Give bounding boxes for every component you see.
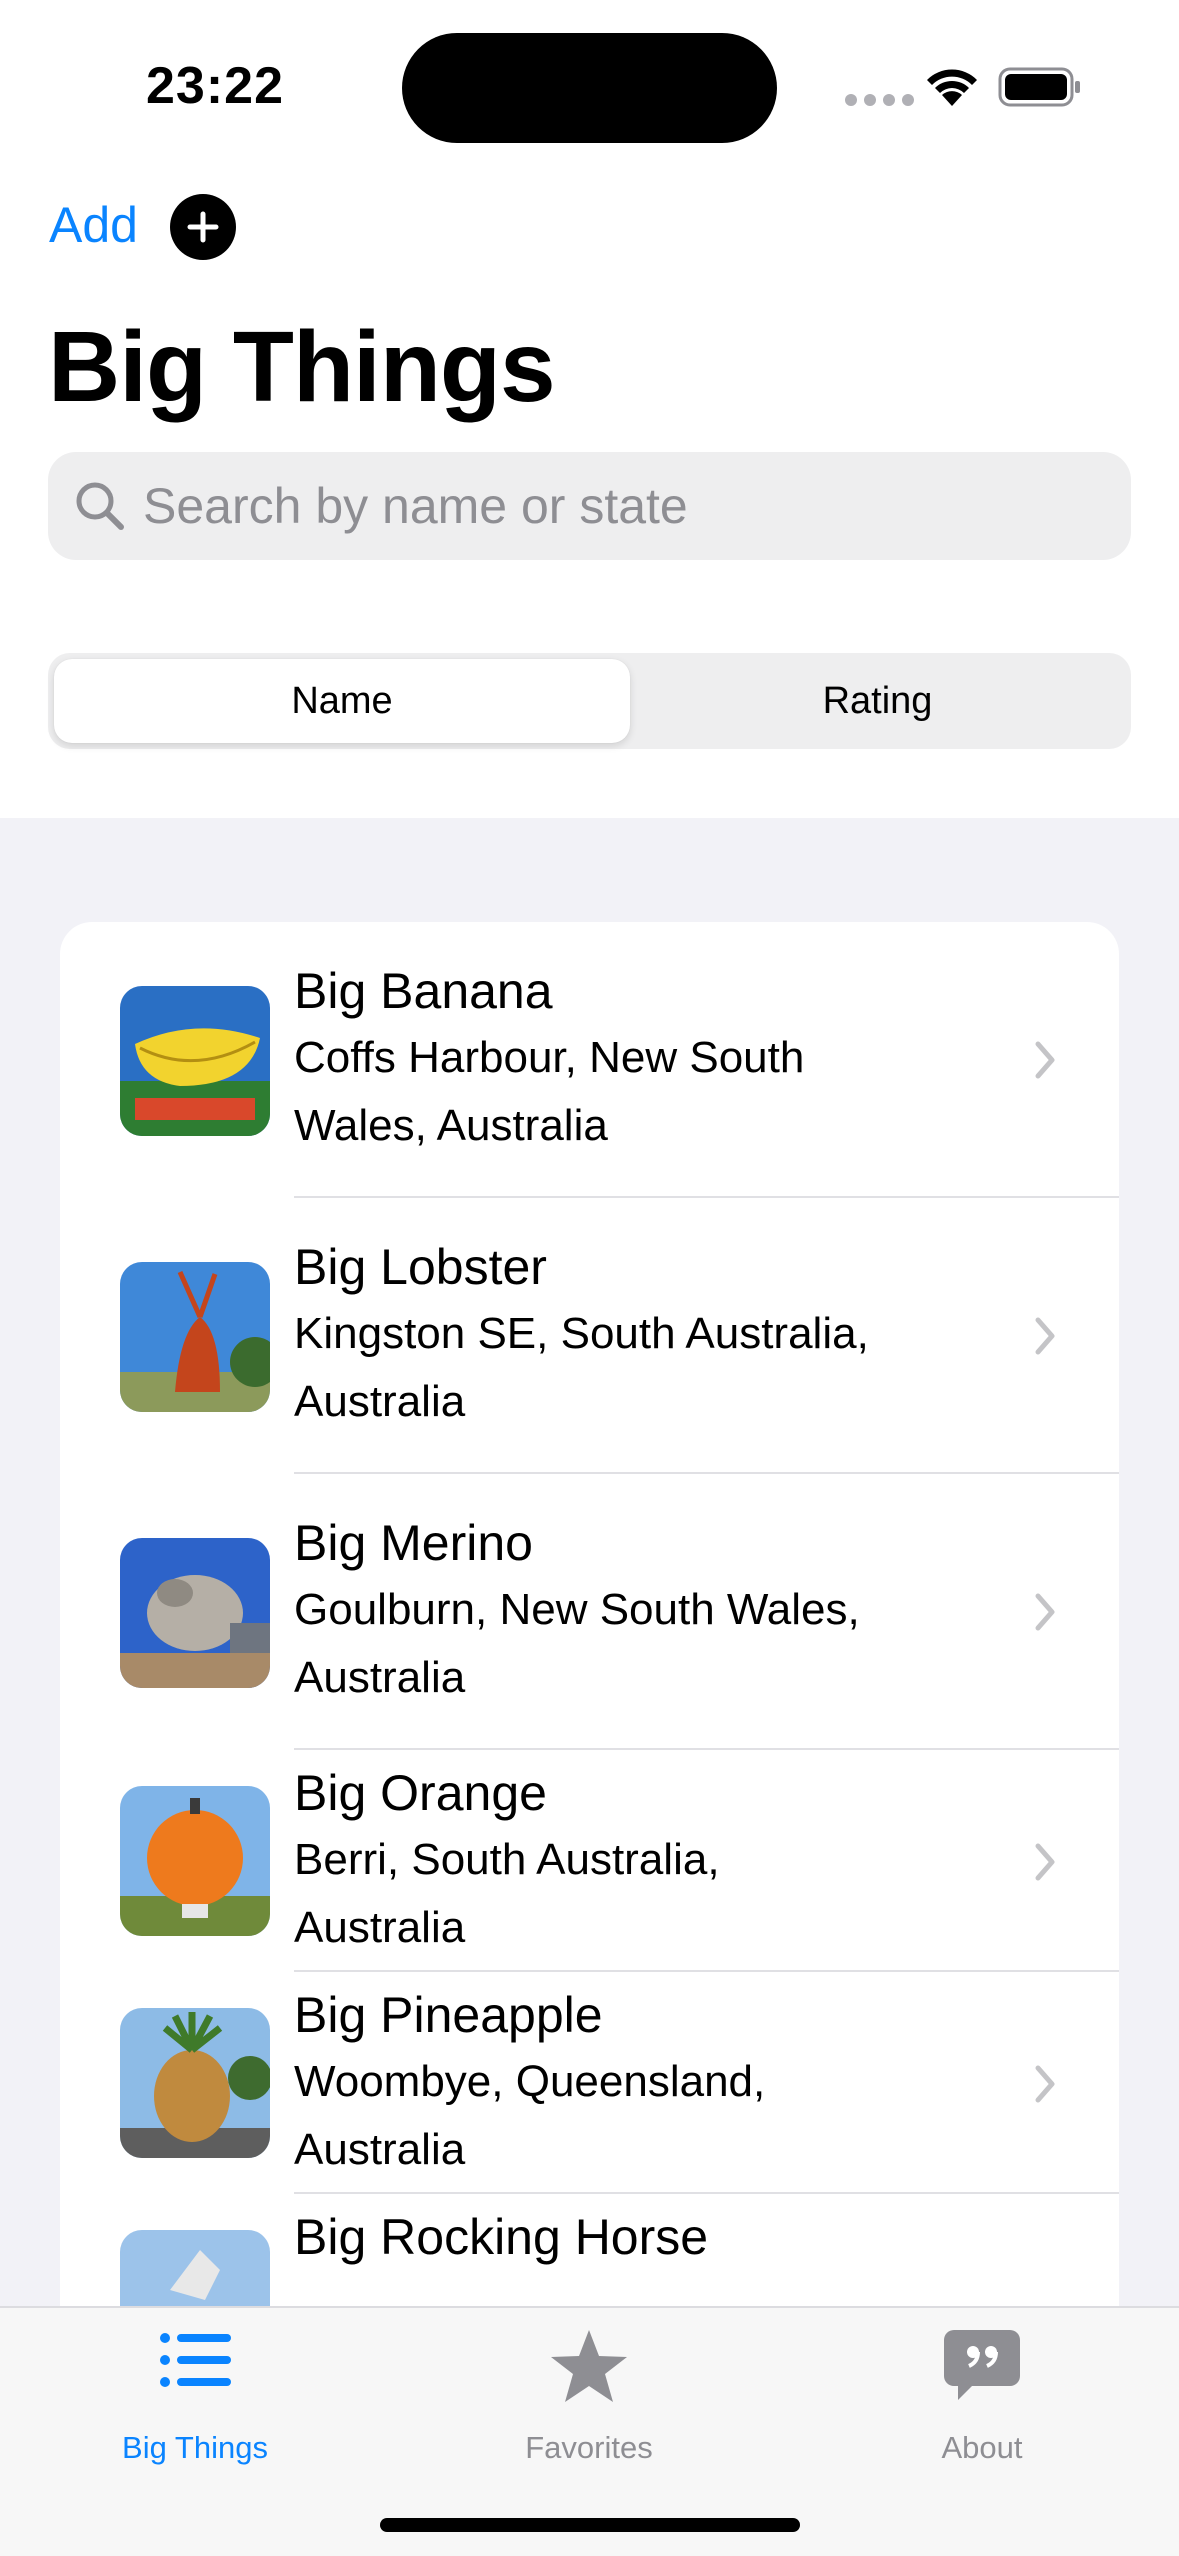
item-title: Big Pineapple [294,1987,603,2043]
list-item[interactable]: Big Orange Berri, South Australia, Austr… [60,1750,1119,1972]
tab-label: Favorites [525,2430,653,2465]
tab-label: Big Things [122,2430,268,2465]
item-subtitle: Kingston SE, South Australia, Australia [294,1309,869,1426]
item-title: Big Orange [294,1765,547,1821]
dynamic-island [402,33,777,143]
page-title: Big Things [48,311,556,423]
status-time: 23:22 [146,57,284,115]
big-merino-thumbnail [120,1538,270,1688]
big-pineapple-thumbnail [120,2008,270,2158]
cellular-signal-icon [845,94,914,106]
item-subtitle: Coffs Harbour, New South Wales, Australi… [294,1033,805,1150]
chevron-right-icon [1035,1593,1055,1631]
list-item[interactable]: Big Pineapple Woombye, Queensland, Austr… [60,1972,1119,2194]
item-title: Big Rocking Horse [294,2209,709,2265]
search-icon [76,482,124,530]
item-title: Big Banana [294,963,553,1019]
item-title: Big Merino [294,1515,533,1571]
segment-rating[interactable]: Rating [630,653,1125,749]
add-circle-icon[interactable] [170,194,236,260]
segment-name[interactable]: Name [54,653,630,749]
item-title: Big Lobster [294,1239,547,1295]
item-subtitle: Goulburn, New South Wales, Australia [294,1585,860,1702]
big-lobster-thumbnail [120,1262,270,1412]
add-button[interactable]: Add [49,196,138,254]
list-item[interactable]: Big Banana Coffs Harbour, New South Wale… [60,922,1119,1198]
big-orange-thumbnail [120,1786,270,1936]
list-item[interactable]: Big Lobster Kingston SE, South Australia… [60,1198,1119,1474]
tab-label: About [941,2430,1023,2465]
star-icon [551,2330,627,2402]
big-banana-thumbnail [120,986,270,1136]
sort-segmented-control: Name Rating [48,653,1131,749]
list-item[interactable]: Big Merino Goulburn, New South Wales, Au… [60,1474,1119,1750]
list-bullet-icon [160,2333,231,2387]
chevron-right-icon [1035,1317,1055,1355]
search-bar[interactable] [48,452,1131,560]
quote-bubble-icon [944,2330,1020,2400]
chevron-right-icon [1035,1843,1055,1881]
battery-icon [998,67,1080,107]
big-things-list: Big Banana Coffs Harbour, New South Wale… [60,922,1119,2422]
home-indicator [380,2518,800,2532]
chevron-right-icon [1035,2065,1055,2103]
item-subtitle: Woombye, Queensland, Australia [294,2057,766,2174]
wifi-icon [927,69,977,106]
item-subtitle: Berri, South Australia, Australia [294,1835,720,1952]
chevron-right-icon [1035,1041,1055,1079]
search-input[interactable] [143,452,1103,560]
